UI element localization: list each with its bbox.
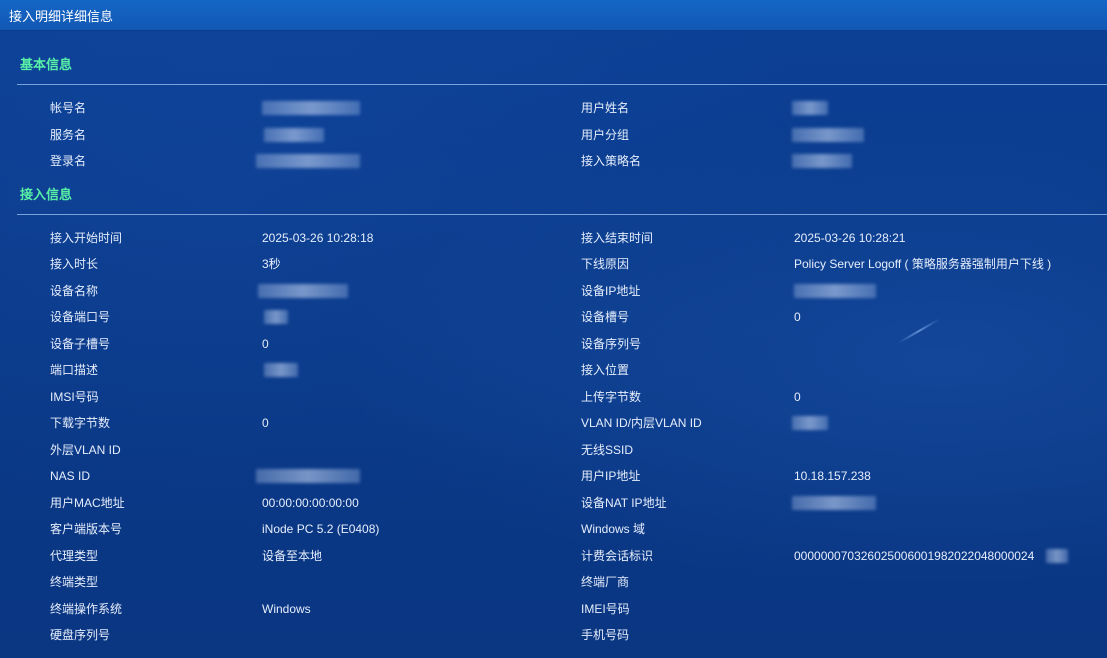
label-access-duration: 接入时长 (50, 257, 99, 271)
value-user-mac: 00:00:00:00:00:00 (262, 496, 359, 510)
label-mobile-number: 手机号码 (581, 628, 630, 642)
info-row: NAS ID 用户IP地址 10.18.157.238 (0, 466, 1107, 486)
label-device-name: 设备名称 (50, 284, 99, 298)
label-logoff-reason: 下线原因 (581, 257, 630, 271)
label-imsi: IMSI号码 (50, 390, 99, 404)
label-user-mac: 用户MAC地址 (50, 496, 125, 510)
label-device-ip: 设备IP地址 (581, 284, 641, 298)
info-row: 接入时长 3秒 下线原因 Policy Server Logoff ( 策略服务… (0, 254, 1107, 274)
window-title: 接入明细详细信息 (9, 8, 114, 24)
info-row: 客户端版本号 iNode PC 5.2 (E0408) Windows 域 (0, 519, 1107, 539)
label-access-location: 接入位置 (581, 363, 630, 377)
value-access-end-time: 2025-03-26 10:28:21 (794, 231, 906, 245)
label-accounting-session-id: 计费会话标识 (581, 549, 654, 563)
section-divider-access (17, 214, 1107, 215)
label-windows-domain: Windows 域 (581, 522, 646, 536)
value-logoff-reason: Policy Server Logoff ( 策略服务器强制用户下线 ) (794, 257, 1052, 271)
label-terminal-vendor: 终端厂商 (581, 575, 630, 589)
info-row: 接入开始时间 2025-03-26 10:28:18 接入结束时间 2025-0… (0, 228, 1107, 248)
label-user-group: 用户分组 (581, 128, 630, 142)
redacted-port-description (264, 363, 298, 377)
info-row-account: 帐号名 用户姓名 (0, 98, 1107, 118)
info-row: 终端类型 终端厂商 (0, 572, 1107, 592)
value-proxy-type: 设备至本地 (262, 549, 323, 563)
value-client-version: iNode PC 5.2 (E0408) (262, 522, 380, 536)
label-terminal-type: 终端类型 (50, 575, 99, 589)
label-download-bytes: 下载字节数 (50, 416, 111, 430)
value-upload-bytes: 0 (794, 390, 801, 404)
redacted-service-name (264, 128, 324, 142)
label-login-name: 登录名 (50, 154, 87, 168)
label-device-port: 设备端口号 (50, 310, 111, 324)
label-terminal-os: 终端操作系统 (50, 602, 123, 616)
info-row-login: 登录名 接入策略名 (0, 151, 1107, 171)
value-device-slot: 0 (794, 310, 801, 324)
redacted-device-port (264, 310, 288, 324)
redacted-user-fullname (792, 101, 828, 115)
info-row: 外层VLAN ID 无线SSID (0, 440, 1107, 460)
info-row: 设备子槽号 0 设备序列号 (0, 334, 1107, 354)
label-device-slot: 设备槽号 (581, 310, 630, 324)
value-access-start-time: 2025-03-26 10:28:18 (262, 231, 374, 245)
label-user-ip: 用户IP地址 (581, 469, 641, 483)
section-title-access: 接入信息 (20, 187, 73, 202)
redacted-device-name (258, 284, 348, 298)
label-port-description: 端口描述 (50, 363, 99, 377)
label-access-start-time: 接入开始时间 (50, 231, 123, 245)
label-client-version: 客户端版本号 (50, 522, 123, 536)
redacted-user-group (792, 128, 864, 142)
label-outer-vlan-id: 外层VLAN ID (50, 443, 121, 457)
info-row: 设备端口号 设备槽号 0 (0, 307, 1107, 327)
info-row-service: 服务名 用户分组 (0, 125, 1107, 145)
label-upload-bytes: 上传字节数 (581, 390, 642, 404)
label-device-subslot: 设备子槽号 (50, 337, 111, 351)
redacted-session-id-tail (1046, 549, 1068, 563)
redacted-device-ip (794, 284, 876, 298)
redacted-access-policy-name (792, 154, 852, 168)
redacted-vlan-id (792, 416, 828, 430)
label-access-policy-name: 接入策略名 (581, 154, 642, 168)
label-disk-serial: 硬盘序列号 (50, 628, 111, 642)
info-row: IMSI号码 上传字节数 0 (0, 387, 1107, 407)
label-user-fullname: 用户姓名 (581, 101, 630, 115)
label-wireless-ssid: 无线SSID (581, 443, 634, 457)
window-titlebar: 接入明细详细信息 (0, 0, 1107, 31)
info-row: 终端操作系统 Windows IMEI号码 (0, 599, 1107, 619)
value-device-subslot: 0 (262, 337, 269, 351)
redacted-login-name (256, 154, 360, 168)
info-row: 代理类型 设备至本地 计费会话标识 0000000703260250060019… (0, 546, 1107, 566)
value-access-duration: 3秒 (262, 257, 281, 271)
section-title-basic: 基本信息 (20, 57, 73, 72)
info-row: 硬盘序列号 手机号码 (0, 625, 1107, 645)
label-device-nat-ip: 设备NAT IP地址 (581, 496, 667, 510)
value-user-ip: 10.18.157.238 (794, 469, 871, 483)
value-accounting-session-id: 000000070326025006001982022048000024 (794, 549, 1035, 563)
label-device-serial: 设备序列号 (581, 337, 642, 351)
info-row: 设备名称 设备IP地址 (0, 281, 1107, 301)
label-imei: IMEI号码 (581, 602, 630, 616)
value-download-bytes: 0 (262, 416, 269, 430)
label-access-end-time: 接入结束时间 (581, 231, 654, 245)
info-row: 端口描述 接入位置 (0, 360, 1107, 380)
label-nas-id: NAS ID (50, 469, 91, 483)
section-divider-basic (17, 84, 1107, 85)
label-vlan-id: VLAN ID/内层VLAN ID (581, 416, 702, 430)
label-service-name: 服务名 (50, 128, 87, 142)
label-proxy-type: 代理类型 (50, 549, 99, 563)
label-account-name: 帐号名 (50, 101, 87, 115)
redacted-nas-id (256, 469, 360, 483)
redacted-device-nat-ip (792, 496, 876, 510)
redacted-account-name (262, 101, 360, 115)
value-terminal-os: Windows (262, 602, 311, 616)
access-detail-page: 接入明细详细信息 基本信息 帐号名 用户姓名 服务名 用户分组 登录名 接入策略… (0, 0, 1107, 658)
info-row: 下载字节数 0 VLAN ID/内层VLAN ID (0, 413, 1107, 433)
info-row: 用户MAC地址 00:00:00:00:00:00 设备NAT IP地址 (0, 493, 1107, 513)
